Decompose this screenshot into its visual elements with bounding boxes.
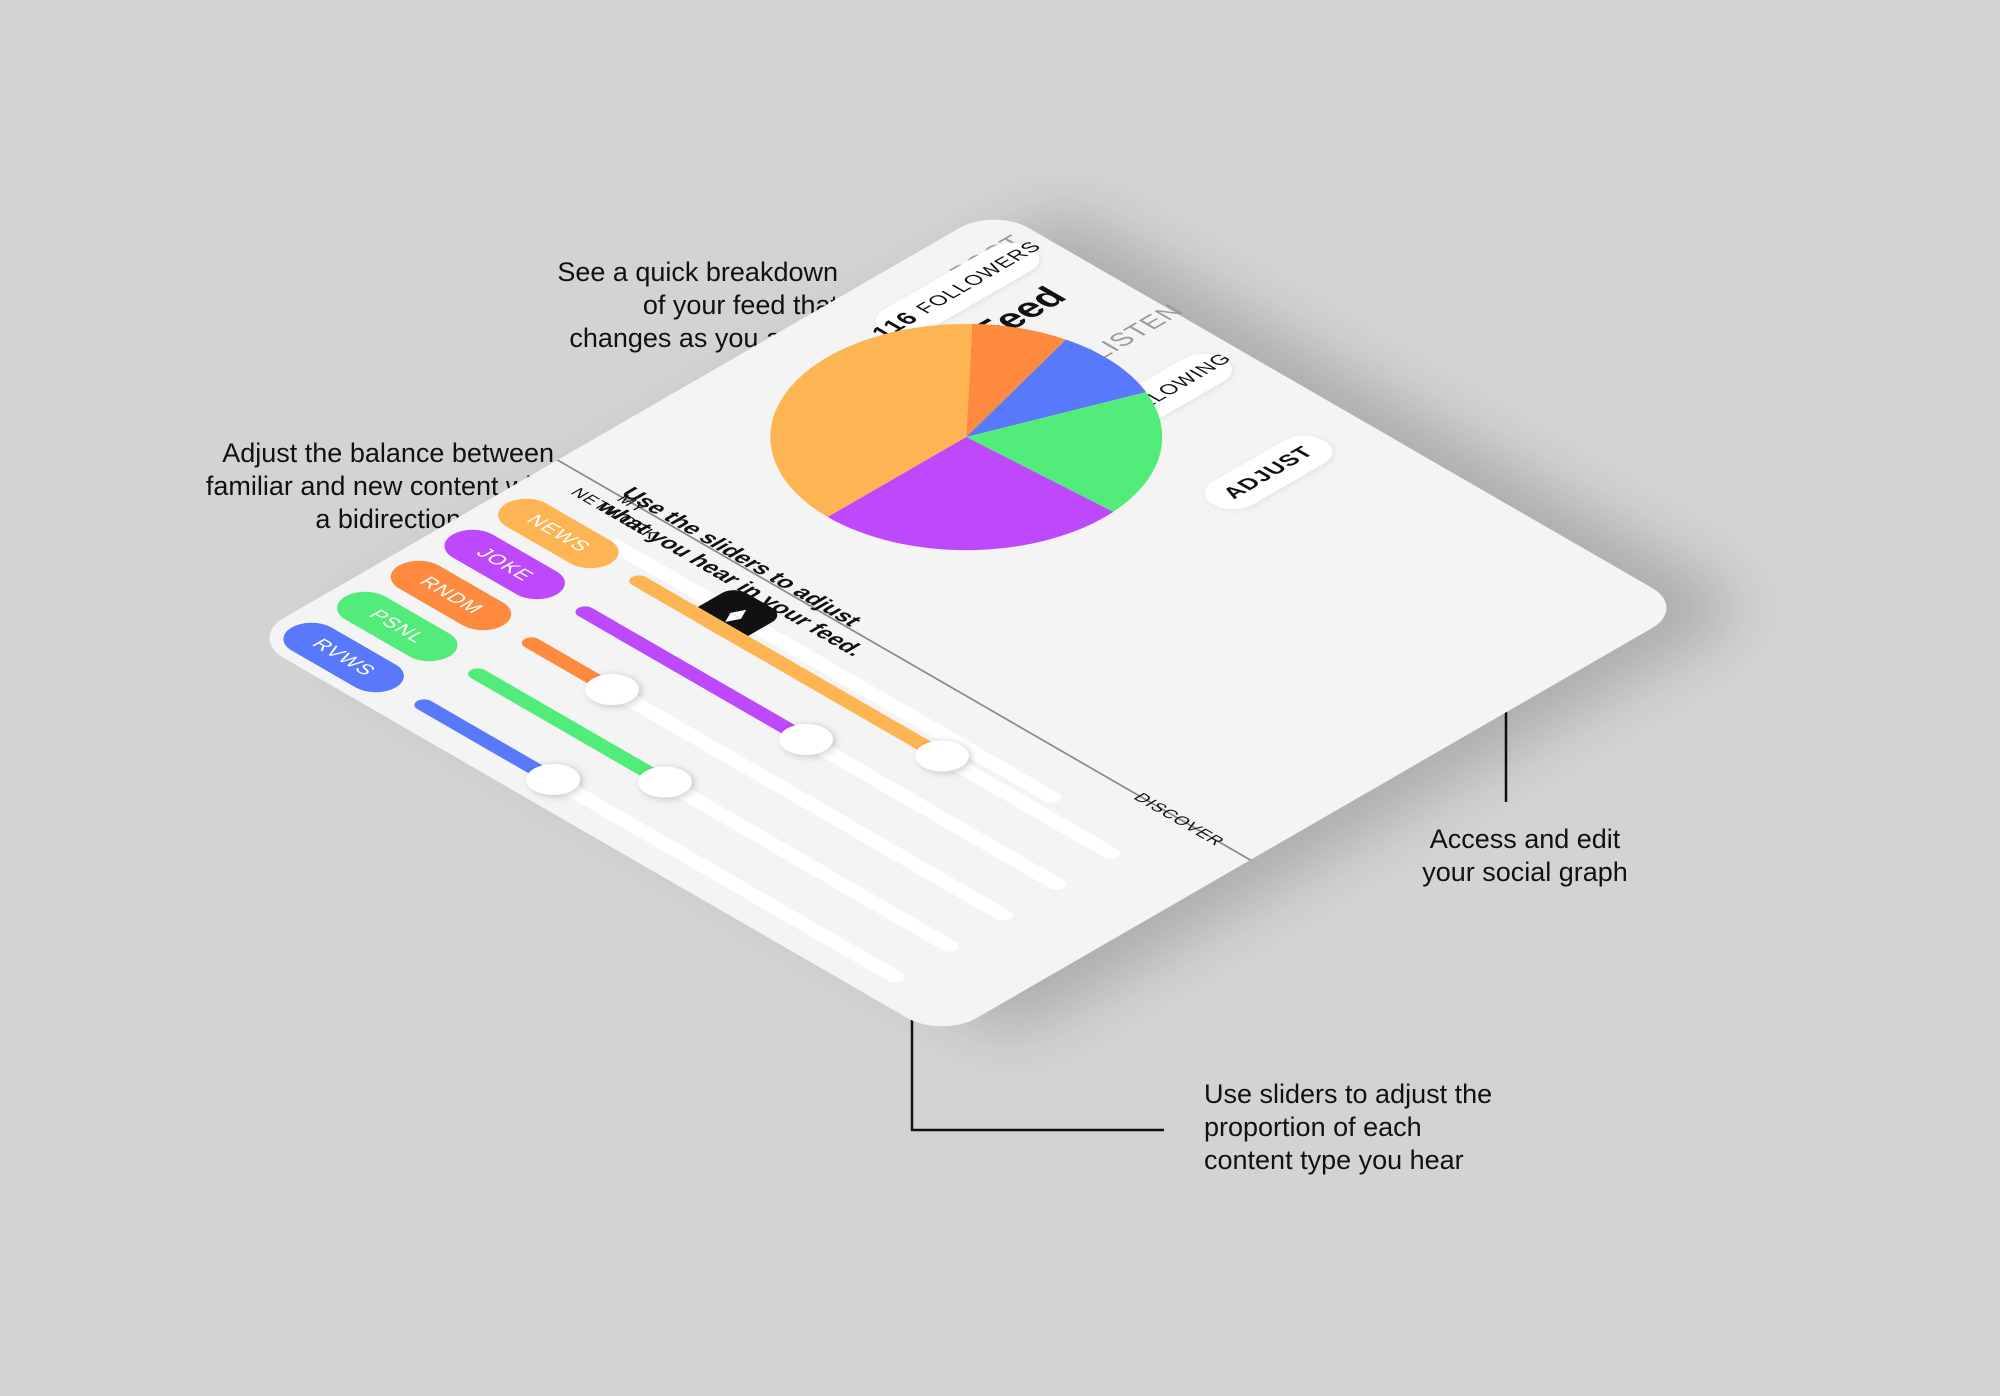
phone-screen: POST LISTEN 116 FOLLOWERS 108 FOLLOWING … bbox=[249, 208, 1687, 1038]
callout-sliders: Use sliders to adjust the proportion of … bbox=[1204, 1079, 1493, 1175]
callout-social: Access and edit your social graph bbox=[1422, 824, 1628, 887]
